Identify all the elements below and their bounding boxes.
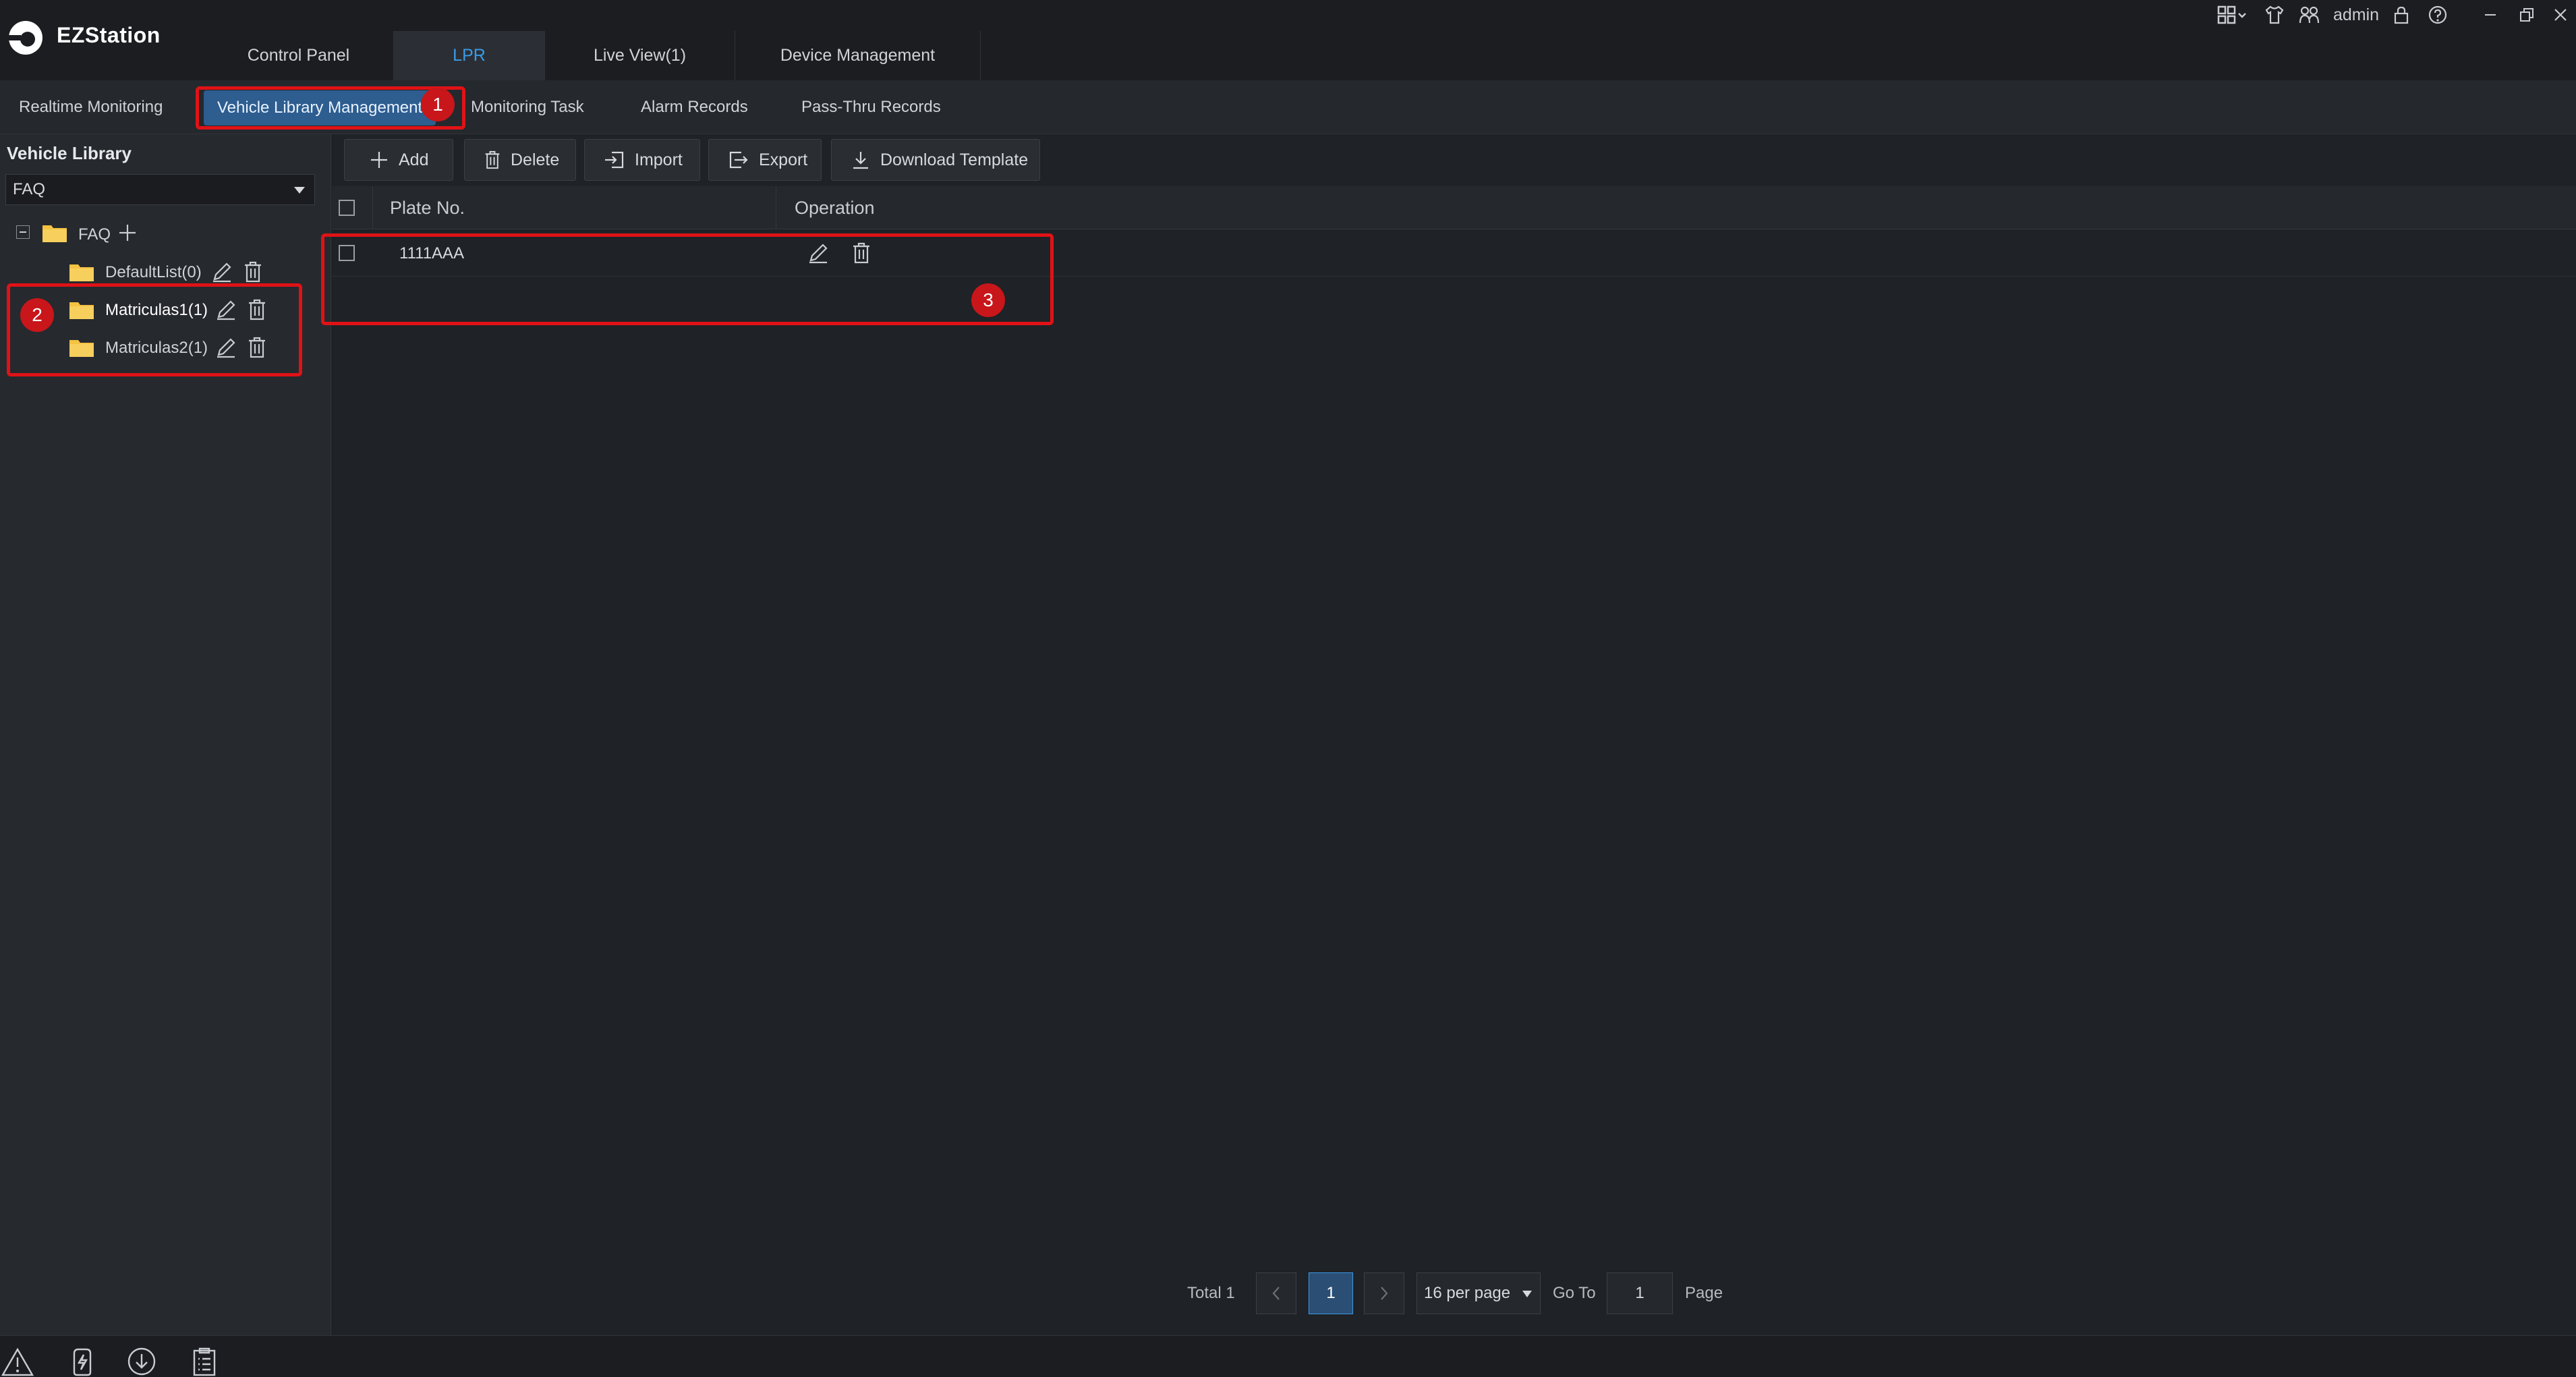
chevron-down-icon <box>1522 1291 1532 1297</box>
annotation-badge-2: 2 <box>20 298 54 332</box>
alarm-warning-icon[interactable] <box>0 1347 35 1376</box>
task-list-icon[interactable] <box>190 1347 220 1376</box>
prev-page-button[interactable] <box>1256 1272 1296 1314</box>
tab-lpr[interactable]: LPR <box>394 31 545 80</box>
bottom-bar <box>0 1335 2576 1377</box>
column-divider <box>372 186 373 229</box>
tree-root-label[interactable]: FAQ <box>78 225 111 244</box>
goto-page-input[interactable]: 1 <box>1607 1272 1673 1314</box>
current-user[interactable]: admin <box>2328 0 2384 30</box>
subtab-monitoring-task[interactable]: Monitoring Task <box>471 86 584 128</box>
column-header-plate[interactable]: Plate No. <box>390 186 465 229</box>
page-label: Page <box>1685 1284 1723 1302</box>
edit-icon[interactable] <box>210 260 233 283</box>
subtab-alarm-records[interactable]: Alarm Records <box>641 86 748 128</box>
delete-icon[interactable] <box>243 260 263 283</box>
download-circle-icon[interactable] <box>127 1347 156 1376</box>
page-1-button[interactable]: 1 <box>1309 1272 1353 1314</box>
annotation-box-3 <box>321 233 1054 325</box>
collapse-toggle-icon[interactable] <box>16 225 30 239</box>
add-list-icon[interactable] <box>117 223 138 243</box>
column-header-operation: Operation <box>795 197 875 218</box>
download-template-button-label: Download Template <box>880 150 1029 169</box>
skin-shirt-icon[interactable] <box>2260 0 2289 30</box>
chevron-right-icon <box>1381 1287 1388 1300</box>
tab-device-management[interactable]: Device Management <box>735 31 981 80</box>
annotation-box-2 <box>7 283 302 376</box>
tab-live-view[interactable]: Live View(1) <box>545 31 735 80</box>
total-count: Total 1 <box>1187 1284 1235 1302</box>
annotation-badge-3: 3 <box>971 283 1005 317</box>
export-button-label: Export <box>759 150 808 169</box>
export-button[interactable]: Export <box>708 139 822 181</box>
lock-icon[interactable] <box>2386 0 2416 30</box>
tab-control-panel[interactable]: Control Panel <box>204 31 394 80</box>
minimize-icon[interactable] <box>2475 0 2505 30</box>
delete-button-label: Delete <box>511 150 560 169</box>
close-icon[interactable] <box>2546 0 2575 30</box>
plus-icon <box>371 152 387 168</box>
annotation-badge-1: 1 <box>421 88 455 121</box>
trash-icon <box>485 150 500 169</box>
app-title: EZStation <box>57 23 161 47</box>
library-select-value: FAQ <box>13 180 46 198</box>
ezstation-logo-icon <box>7 19 45 57</box>
event-flash-icon[interactable] <box>67 1347 97 1376</box>
goto-label: Go To <box>1553 1284 1596 1302</box>
users-group-icon[interactable] <box>2295 0 2324 30</box>
restore-icon[interactable] <box>2512 0 2542 30</box>
add-button-label: Add <box>399 150 429 169</box>
chevron-down-icon <box>294 187 305 194</box>
folder-icon <box>69 262 94 282</box>
delete-button[interactable]: Delete <box>464 139 576 181</box>
per-page-value: 16 per page <box>1424 1284 1511 1302</box>
select-all-checkbox[interactable] <box>339 200 355 216</box>
library-select[interactable]: FAQ <box>5 174 315 205</box>
layout-grid-icon[interactable] <box>2212 0 2253 30</box>
next-page-button[interactable] <box>1364 1272 1404 1314</box>
export-icon <box>729 151 748 169</box>
import-icon <box>605 151 624 169</box>
panel-heading: Vehicle Library <box>7 143 132 163</box>
download-icon <box>853 152 868 169</box>
add-button[interactable]: Add <box>344 139 453 181</box>
import-button[interactable]: Import <box>584 139 700 181</box>
help-icon[interactable] <box>2423 0 2453 30</box>
download-template-button[interactable]: Download Template <box>831 139 1040 181</box>
subtab-realtime-monitoring[interactable]: Realtime Monitoring <box>19 86 163 128</box>
import-button-label: Import <box>635 150 683 169</box>
list-item-defaultlist[interactable]: DefaultList(0) <box>105 263 202 282</box>
per-page-select[interactable]: 16 per page <box>1416 1272 1541 1314</box>
table-header <box>332 186 2576 229</box>
folder-icon <box>42 223 67 243</box>
subtab-pass-thru-records[interactable]: Pass-Thru Records <box>801 86 941 128</box>
chevron-left-icon <box>1272 1287 1280 1300</box>
